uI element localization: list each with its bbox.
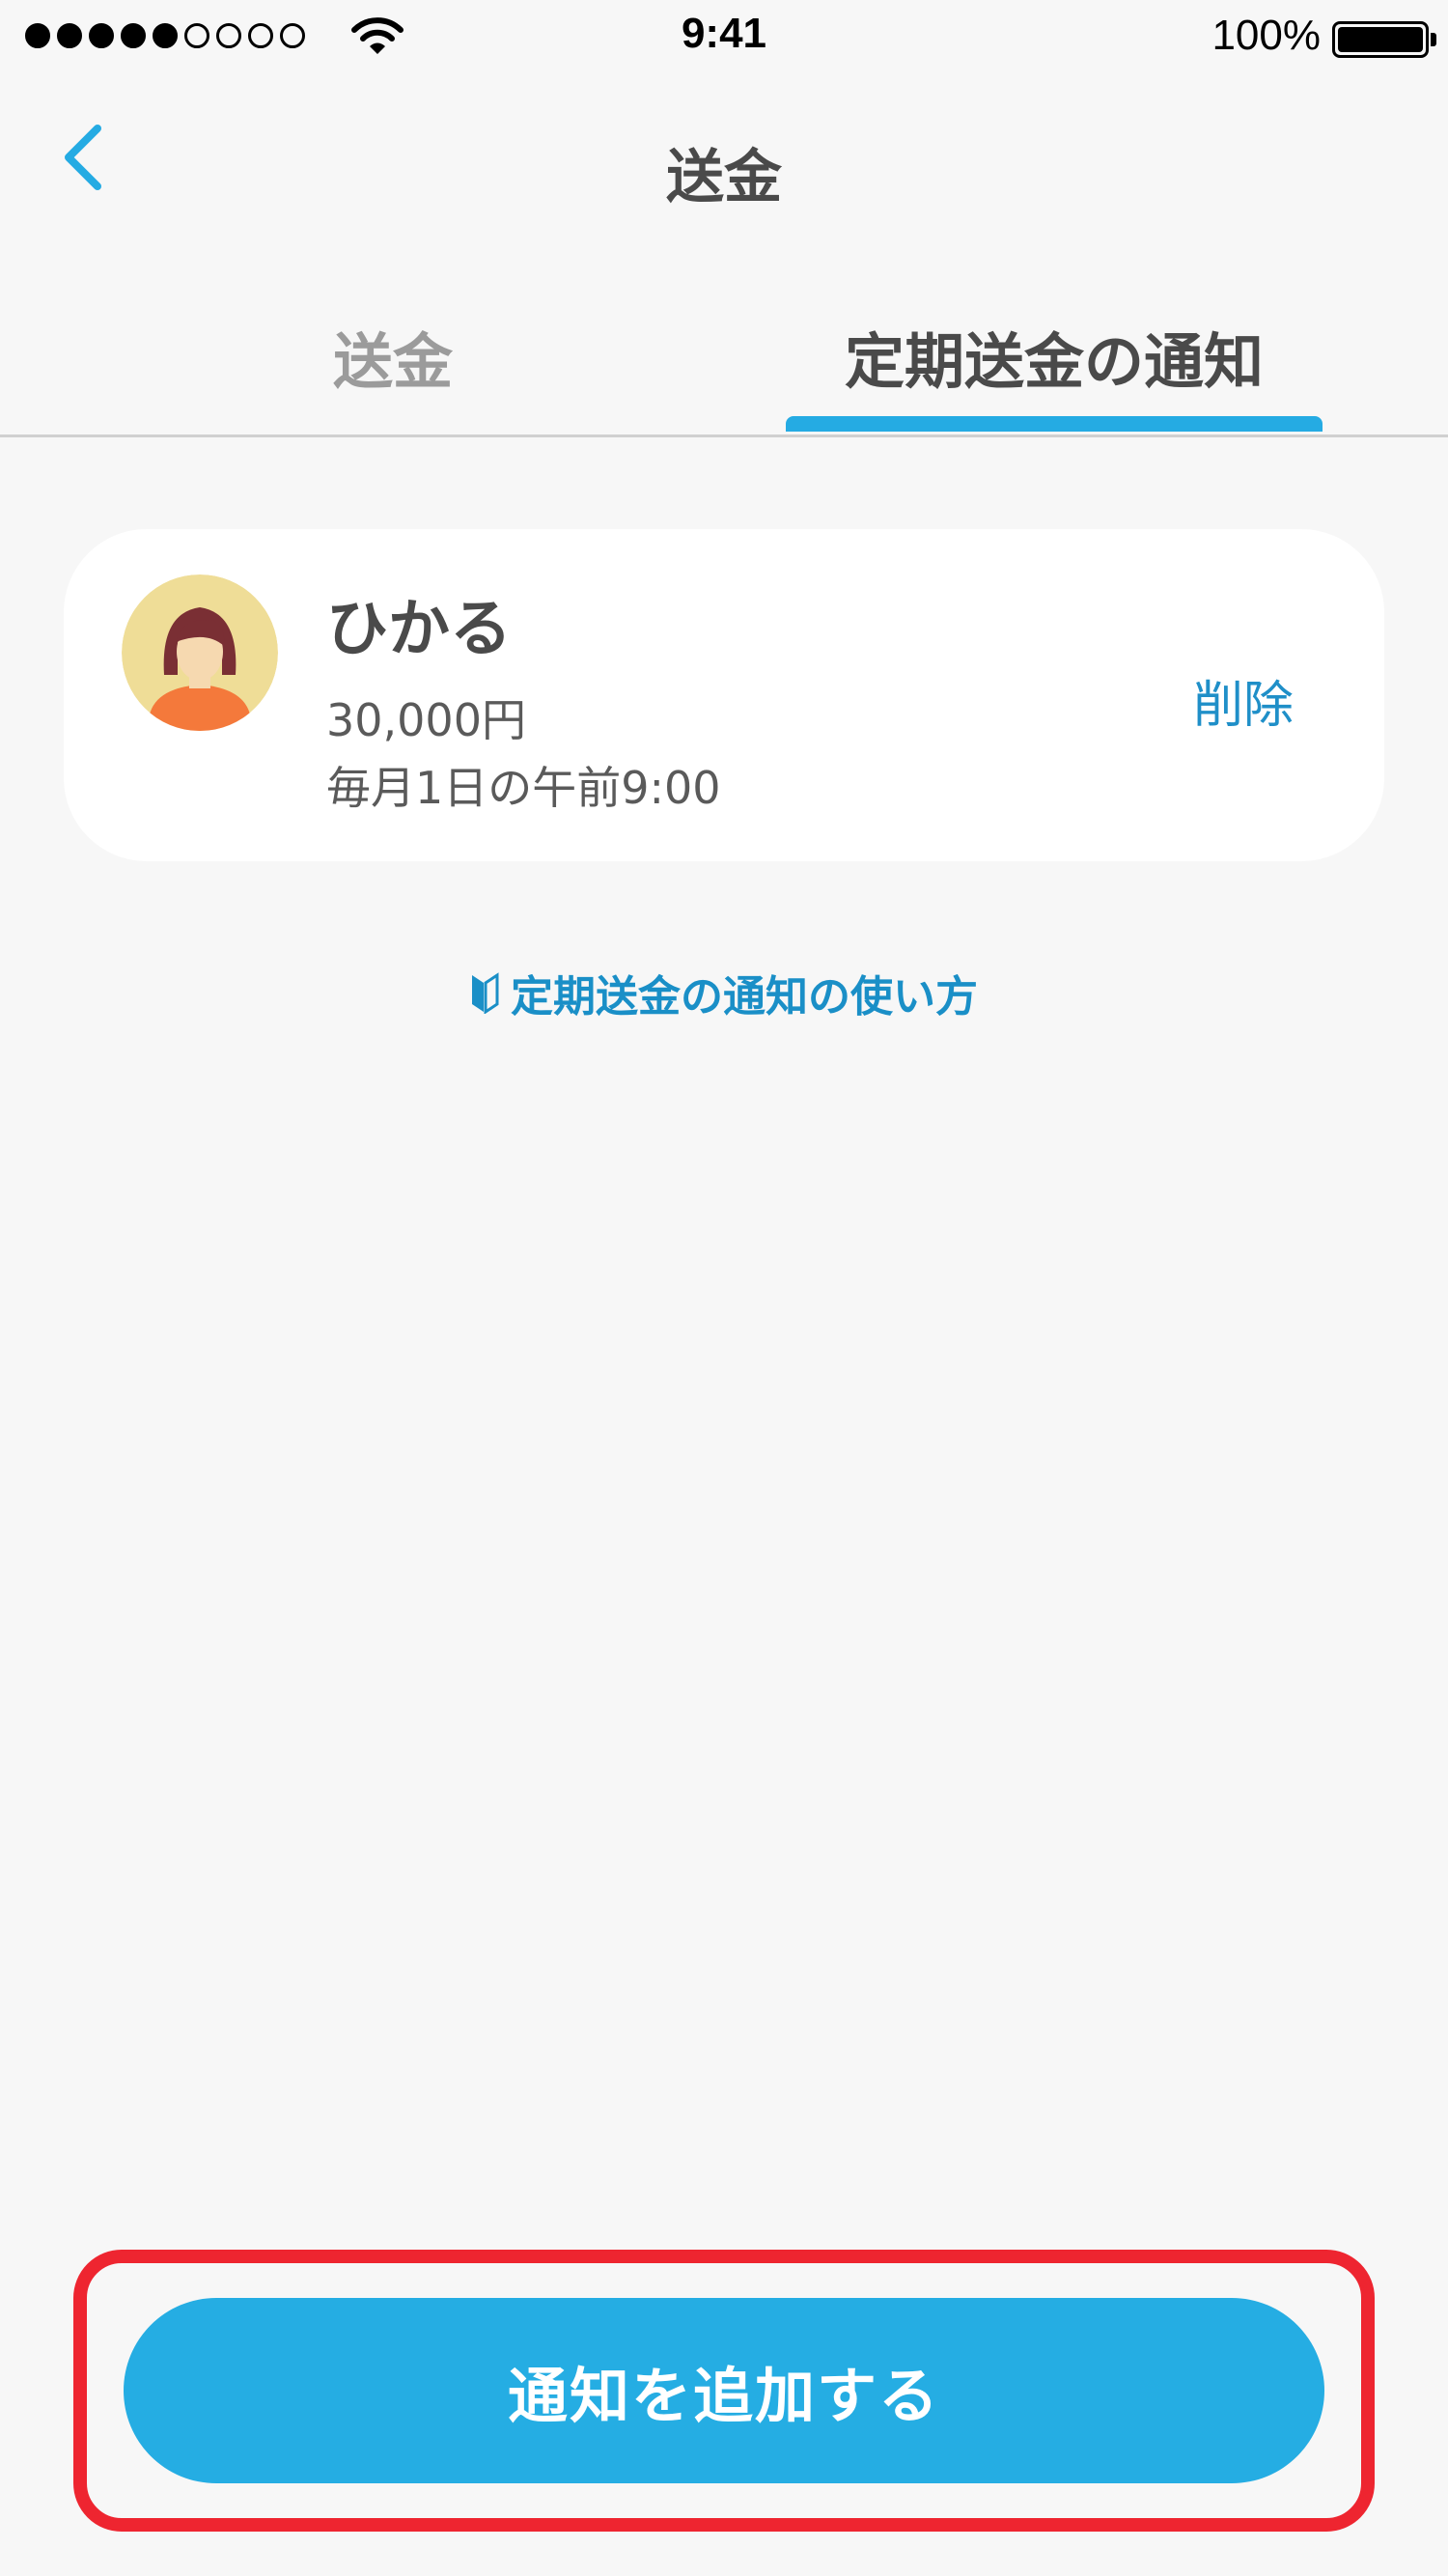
battery-percent: 100% — [1211, 12, 1321, 59]
person-avatar-icon — [122, 574, 278, 731]
active-tab-indicator — [786, 416, 1323, 432]
page-title: 送金 — [666, 144, 782, 211]
transfer-schedule: 毎月1日の午前9:00 — [326, 762, 721, 814]
tab-bar: 送金 定期送金の通知 — [0, 280, 1448, 437]
battery-icon — [1332, 21, 1429, 58]
avatar — [122, 574, 278, 731]
status-bar: 9:41 100% — [0, 0, 1448, 77]
battery-tip — [1431, 33, 1436, 46]
transfer-amount: 30,000円 — [326, 694, 526, 746]
tab-send[interactable]: 送金 — [0, 280, 786, 432]
help-link-label: 定期送金の通知の使い方 — [511, 972, 978, 1022]
delete-button[interactable]: 削除 — [1193, 664, 1294, 737]
beginner-mark-icon — [472, 972, 499, 1014]
recipient-name: ひかる — [326, 594, 512, 665]
tab-scheduled-notifications[interactable]: 定期送金の通知 — [786, 280, 1323, 432]
help-link[interactable]: 定期送金の通知の使い方 — [0, 962, 1448, 1023]
add-notification-button[interactable]: 通知を追加する — [124, 2298, 1324, 2483]
battery-fill — [1338, 27, 1423, 52]
